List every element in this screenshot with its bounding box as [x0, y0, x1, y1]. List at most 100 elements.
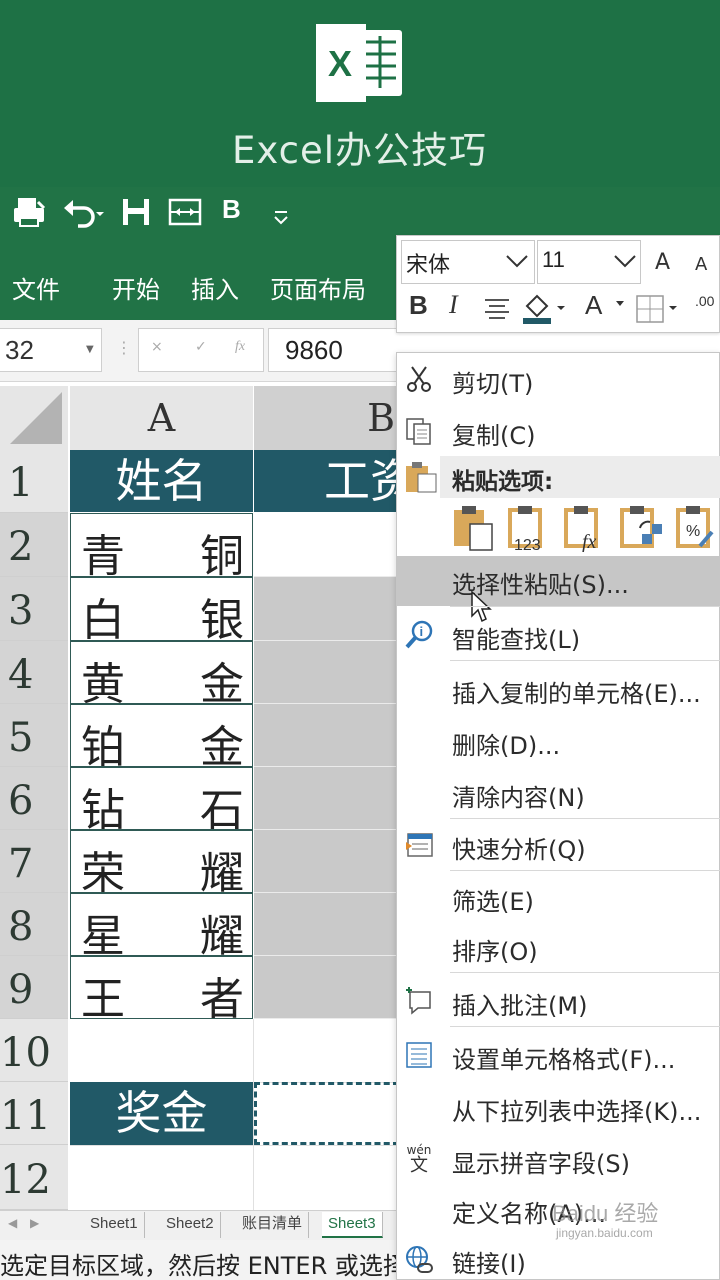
customize-qat-icon[interactable]	[270, 206, 292, 228]
cell-b2[interactable]	[254, 513, 399, 577]
paste-formulas-icon[interactable]: fx	[564, 504, 608, 552]
chevron-down-icon[interactable]	[505, 254, 529, 270]
cell-text-left: 钻	[81, 785, 125, 836]
menu-item-smart-lookup[interactable]: i 智能查找(L)	[396, 610, 720, 662]
phonetic-icon-char: 文	[410, 1155, 428, 1176]
cell-text-right: 金	[200, 722, 244, 773]
tab-home[interactable]: 开始	[112, 270, 160, 305]
row-header[interactable]: 5	[0, 704, 68, 767]
cell-a1-name-header[interactable]: 姓名	[70, 450, 253, 512]
menu-item-clear-contents[interactable]: 清除内容(N)	[396, 768, 720, 820]
row-header[interactable]: 8	[0, 893, 68, 956]
decrease-decimal-button[interactable]: .00	[695, 294, 714, 308]
row-header[interactable]: 9	[0, 956, 68, 1019]
cell-a6[interactable]: 钻石	[70, 767, 253, 836]
menu-item-delete[interactable]: 删除(D)...	[396, 716, 720, 768]
menu-item-paste-special[interactable]: 选择性粘贴(S)...	[396, 556, 720, 606]
cell-b3[interactable]	[254, 577, 399, 641]
insert-function-icon[interactable]: fx	[235, 339, 245, 355]
name-box-dropdown-icon[interactable]: ▼	[86, 344, 94, 355]
sheet-nav-next-icon[interactable]: ▶	[30, 1216, 39, 1230]
cell-b6[interactable]	[254, 767, 399, 830]
sheet-tab[interactable]: Sheet2	[160, 1212, 221, 1238]
sheet-nav-prev-icon[interactable]: ◀	[8, 1216, 17, 1230]
bold-quick-button[interactable]: B	[222, 194, 241, 226]
menu-item-phonetic[interactable]: wén 文 显示拼音字段(S)	[396, 1134, 720, 1186]
row-header[interactable]: 6	[0, 767, 68, 830]
cell-b1-salary-header[interactable]: 工资	[254, 450, 399, 512]
menu-item-cut[interactable]: 剪切(T)	[396, 354, 720, 406]
svg-text:i: i	[420, 624, 424, 639]
row-header[interactable]: 10	[0, 1019, 68, 1082]
fill-color-icon[interactable]	[521, 290, 565, 326]
print-icon[interactable]	[12, 196, 48, 228]
chevron-down-icon[interactable]	[613, 254, 637, 270]
column-header-a[interactable]: A	[70, 386, 253, 450]
row-header[interactable]: 12	[0, 1145, 68, 1210]
sheet-tab[interactable]: 账目清单	[236, 1212, 310, 1238]
cell-a8[interactable]: 星耀	[70, 893, 253, 962]
row-header[interactable]: 3	[0, 577, 68, 641]
cell-b4[interactable]	[254, 641, 399, 704]
row-header[interactable]: 1	[0, 450, 68, 513]
menu-item-insert-copied-cells[interactable]: 插入复制的单元格(E)...	[396, 664, 720, 716]
cell-text-left: 黄	[81, 659, 125, 710]
menu-label: 剪切(T)	[452, 370, 534, 398]
menu-label: 插入复制的单元格(E)...	[452, 680, 701, 708]
cell-b5[interactable]	[254, 704, 399, 767]
cell-a3[interactable]: 白银	[70, 577, 253, 646]
menu-item-format-cells[interactable]: 设置单元格格式(F)...	[396, 1030, 720, 1082]
bold-button[interactable]: B	[409, 290, 428, 321]
row-header[interactable]: 7	[0, 830, 68, 893]
menu-item-pick-from-list[interactable]: 从下拉列表中选择(K)...	[396, 1082, 720, 1134]
menu-label: 智能查找(L)	[452, 626, 581, 654]
row-header[interactable]: 2	[0, 513, 68, 577]
row-header[interactable]: 11	[0, 1082, 68, 1145]
paste-values-icon[interactable]: 123	[508, 504, 552, 552]
undo-icon[interactable]	[62, 196, 108, 228]
tab-page-layout[interactable]: 页面布局	[270, 270, 366, 305]
borders-icon[interactable]	[635, 294, 679, 324]
cancel-icon[interactable]: ×	[151, 339, 163, 355]
menu-item-quick-analysis[interactable]: 快速分析(Q)	[396, 820, 720, 872]
copy-marquee	[254, 1082, 399, 1145]
splitter-icon[interactable]: ⋮	[116, 338, 132, 357]
cell-a2[interactable]: 青铜	[70, 513, 253, 582]
cell-a4[interactable]: 黄金	[70, 641, 253, 710]
cell-b7[interactable]	[254, 830, 399, 893]
smart-lookup-icon: i	[405, 620, 433, 649]
cell-a7[interactable]: 荣耀	[70, 830, 253, 899]
font-color-button[interactable]: A	[585, 290, 602, 321]
italic-button[interactable]: I	[449, 290, 458, 320]
menu-item-insert-comment[interactable]: 插入批注(M)	[396, 976, 720, 1028]
save-icon[interactable]	[120, 196, 152, 228]
sheet-tab-active[interactable]: Sheet3	[322, 1212, 383, 1238]
cell-a9[interactable]: 王者	[70, 956, 253, 1025]
menu-item-link[interactable]: 链接(I)	[396, 1234, 720, 1280]
menu-item-copy[interactable]: 复制(C)	[396, 406, 720, 458]
paste-formatting-icon[interactable]: %	[676, 504, 716, 552]
row-header[interactable]: 4	[0, 641, 68, 704]
align-center-icon[interactable]	[483, 296, 511, 322]
paste-keep-formatting-icon[interactable]	[452, 504, 496, 552]
paste-transpose-icon[interactable]	[620, 504, 664, 552]
menu-label: 快速分析(Q)	[452, 836, 586, 864]
caret-down-icon[interactable]	[615, 300, 625, 308]
column-header-b[interactable]: B	[254, 386, 399, 450]
cell-a5[interactable]: 铂金	[70, 704, 253, 773]
select-all-corner[interactable]	[0, 386, 68, 450]
paste-values-label: 123	[514, 537, 541, 552]
cell-b9[interactable]	[254, 956, 399, 1019]
tab-insert[interactable]: 插入	[191, 270, 239, 305]
sheet-tab[interactable]: Sheet1	[84, 1212, 145, 1238]
cell-b8[interactable]	[254, 893, 399, 956]
paste-formatting-label: %	[686, 523, 700, 540]
enter-icon[interactable]: ✓	[195, 339, 207, 355]
tab-file[interactable]: 文件	[12, 270, 60, 305]
menu-item-sort[interactable]: 排序(O)	[396, 922, 720, 974]
menu-item-filter[interactable]: 筛选(E)	[396, 872, 720, 924]
shrink-font-button[interactable]: A	[695, 254, 707, 275]
merge-center-icon[interactable]	[168, 196, 202, 228]
cell-a11-bonus[interactable]: 奖金	[70, 1082, 253, 1145]
grow-font-button[interactable]: A	[655, 250, 670, 275]
